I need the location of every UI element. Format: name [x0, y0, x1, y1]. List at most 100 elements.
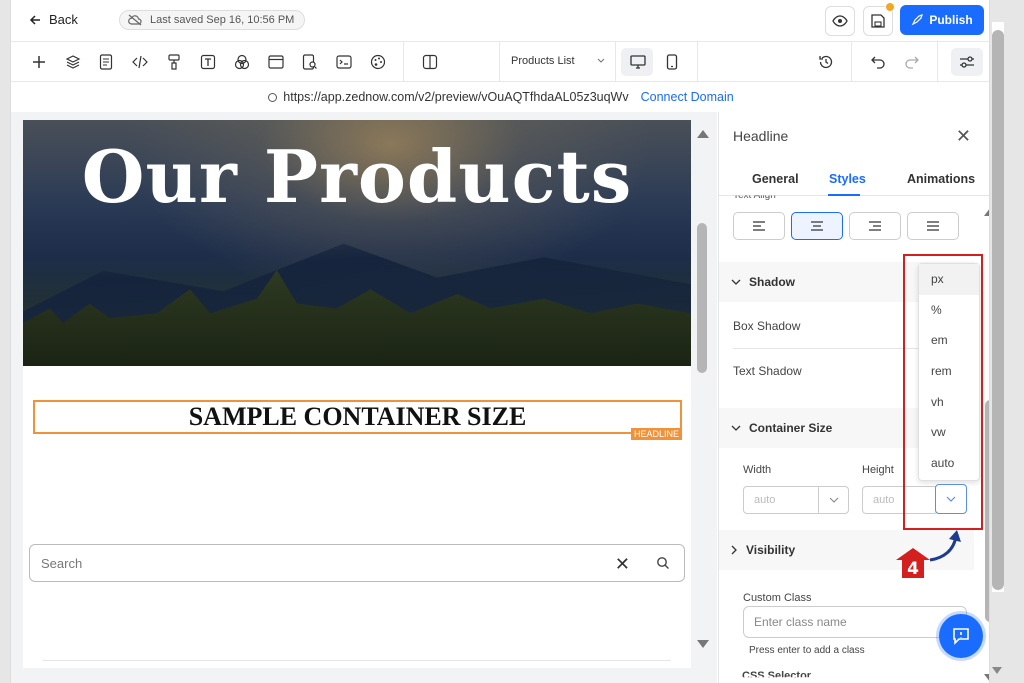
- toolbar-divider: [499, 42, 500, 82]
- tab-animations[interactable]: Animations: [907, 172, 975, 186]
- preview-button[interactable]: [825, 6, 855, 36]
- terminal-icon: [336, 55, 352, 69]
- width-input[interactable]: auto: [743, 486, 849, 514]
- script-button[interactable]: [333, 51, 355, 73]
- custom-class-input[interactable]: Enter class name: [743, 606, 967, 638]
- paint-button[interactable]: [163, 51, 185, 73]
- publish-button[interactable]: Publish: [900, 5, 984, 35]
- scroll-thumb[interactable]: [697, 223, 707, 373]
- chevron-down-icon: [731, 425, 741, 431]
- custom-class-placeholder: Enter class name: [754, 615, 847, 629]
- color-button[interactable]: [231, 51, 253, 73]
- tab-general[interactable]: General: [752, 172, 799, 186]
- width-value: auto: [754, 494, 776, 506]
- preview-url[interactable]: https://app.zednow.com/v2/preview/vOuAQT…: [283, 90, 628, 104]
- annotation-arrow-icon: [929, 530, 961, 562]
- desktop-view-icon-wrap: [627, 51, 649, 73]
- editor-canvas: Our Products SAMPLE CONTAINER SIZE HEADL…: [11, 112, 717, 683]
- scroll-down-arrow[interactable]: [984, 674, 989, 682]
- chevron-down-icon: [829, 497, 838, 503]
- chevron-down-icon: [731, 279, 741, 285]
- page-selector[interactable]: Products List: [511, 55, 605, 67]
- chevron-right-icon: [731, 545, 737, 555]
- globe-icon: [268, 92, 278, 102]
- align-right-icon: [869, 221, 881, 231]
- scroll-down-arrow[interactable]: [697, 640, 709, 648]
- align-justify-button[interactable]: [907, 212, 959, 240]
- press-enter-hint: Press enter to add a class: [749, 645, 865, 656]
- split-view-icon: [422, 54, 438, 70]
- close-icon[interactable]: ✕: [956, 126, 971, 147]
- visibility-section-label: Visibility: [746, 543, 796, 557]
- hero-section[interactable]: Our Products: [23, 120, 691, 366]
- text-button[interactable]: [197, 51, 219, 73]
- scroll-up-arrow[interactable]: [984, 208, 989, 216]
- align-left-button[interactable]: [733, 212, 785, 240]
- layers-icon: [65, 55, 81, 69]
- document-search-icon: [302, 54, 317, 70]
- window-scrollbar[interactable]: [992, 22, 1004, 592]
- search-placeholder: Search: [41, 555, 83, 571]
- text-icon: [200, 54, 216, 70]
- search-input[interactable]: Search ✕: [29, 544, 685, 582]
- history-button[interactable]: [815, 51, 837, 73]
- shadow-section-label: Shadow: [749, 275, 796, 289]
- custom-class-label: Custom Class: [743, 592, 812, 604]
- height-value: auto: [873, 494, 895, 506]
- close-icon[interactable]: ✕: [615, 554, 630, 575]
- align-center-button[interactable]: [791, 212, 843, 240]
- panel-scrollbar[interactable]: [984, 204, 989, 683]
- selected-headline[interactable]: SAMPLE CONTAINER SIZE HEADLINE: [33, 400, 682, 440]
- chevron-down-icon: [597, 58, 604, 63]
- redo-button[interactable]: [901, 51, 923, 73]
- hero-title[interactable]: Our Products: [23, 134, 691, 219]
- code-icon: [132, 55, 148, 69]
- save-button[interactable]: [863, 2, 895, 36]
- undo-button[interactable]: [867, 51, 889, 73]
- scroll-thumb[interactable]: [992, 30, 1004, 590]
- mobile-view-button[interactable]: [661, 51, 683, 73]
- annotation-highlight-frame: [903, 254, 983, 530]
- top-bar: Back Last saved Sep 16, 10:56 PM Publish: [11, 0, 989, 42]
- plus-icon: [33, 56, 45, 68]
- align-right-button[interactable]: [849, 212, 901, 240]
- headline-element-tag: HEADLINE: [630, 428, 682, 440]
- rocket-icon: [911, 14, 924, 26]
- page-preview: Our Products SAMPLE CONTAINER SIZE HEADL…: [23, 120, 691, 668]
- width-unit-dropdown[interactable]: [818, 487, 848, 513]
- layers-button[interactable]: [62, 51, 84, 73]
- back-button[interactable]: Back: [29, 12, 78, 27]
- connect-domain-link[interactable]: Connect Domain: [641, 90, 734, 104]
- pages-button[interactable]: [95, 51, 117, 73]
- settings-panel-icon-wrap: [956, 51, 978, 73]
- page-divider: [43, 660, 671, 661]
- section-button[interactable]: [265, 51, 287, 73]
- undo-icon: [871, 56, 885, 69]
- scroll-down-arrow[interactable]: [992, 667, 1002, 674]
- app-window: Back Last saved Sep 16, 10:56 PM Publish: [10, 0, 990, 683]
- active-tab-indicator: [828, 194, 860, 196]
- clock-history-icon: [819, 55, 833, 69]
- container-size-section-label: Container Size: [749, 421, 833, 435]
- page-selector-value: Products List: [511, 55, 575, 67]
- theme-button[interactable]: [367, 51, 389, 73]
- align-left-icon: [753, 221, 765, 231]
- palette-icon: [370, 54, 386, 70]
- code-button[interactable]: [129, 51, 151, 73]
- notification-dot: [885, 2, 895, 12]
- scroll-thumb[interactable]: [985, 400, 989, 622]
- smartphone-icon: [666, 54, 678, 70]
- publish-label: Publish: [929, 13, 973, 27]
- toolbar-divider: [937, 42, 938, 82]
- search-icon[interactable]: [656, 556, 670, 570]
- split-view-button[interactable]: [419, 51, 441, 73]
- redo-icon: [905, 56, 919, 69]
- scroll-up-arrow[interactable]: [697, 130, 709, 138]
- tab-styles[interactable]: Styles: [829, 172, 866, 186]
- canvas-scrollbar[interactable]: [695, 120, 709, 668]
- add-element-button[interactable]: [28, 51, 50, 73]
- text-shadow-label: Text Shadow: [733, 364, 802, 378]
- support-chat-button[interactable]: [939, 614, 983, 658]
- sliders-icon: [960, 56, 974, 68]
- seo-button[interactable]: [299, 51, 321, 73]
